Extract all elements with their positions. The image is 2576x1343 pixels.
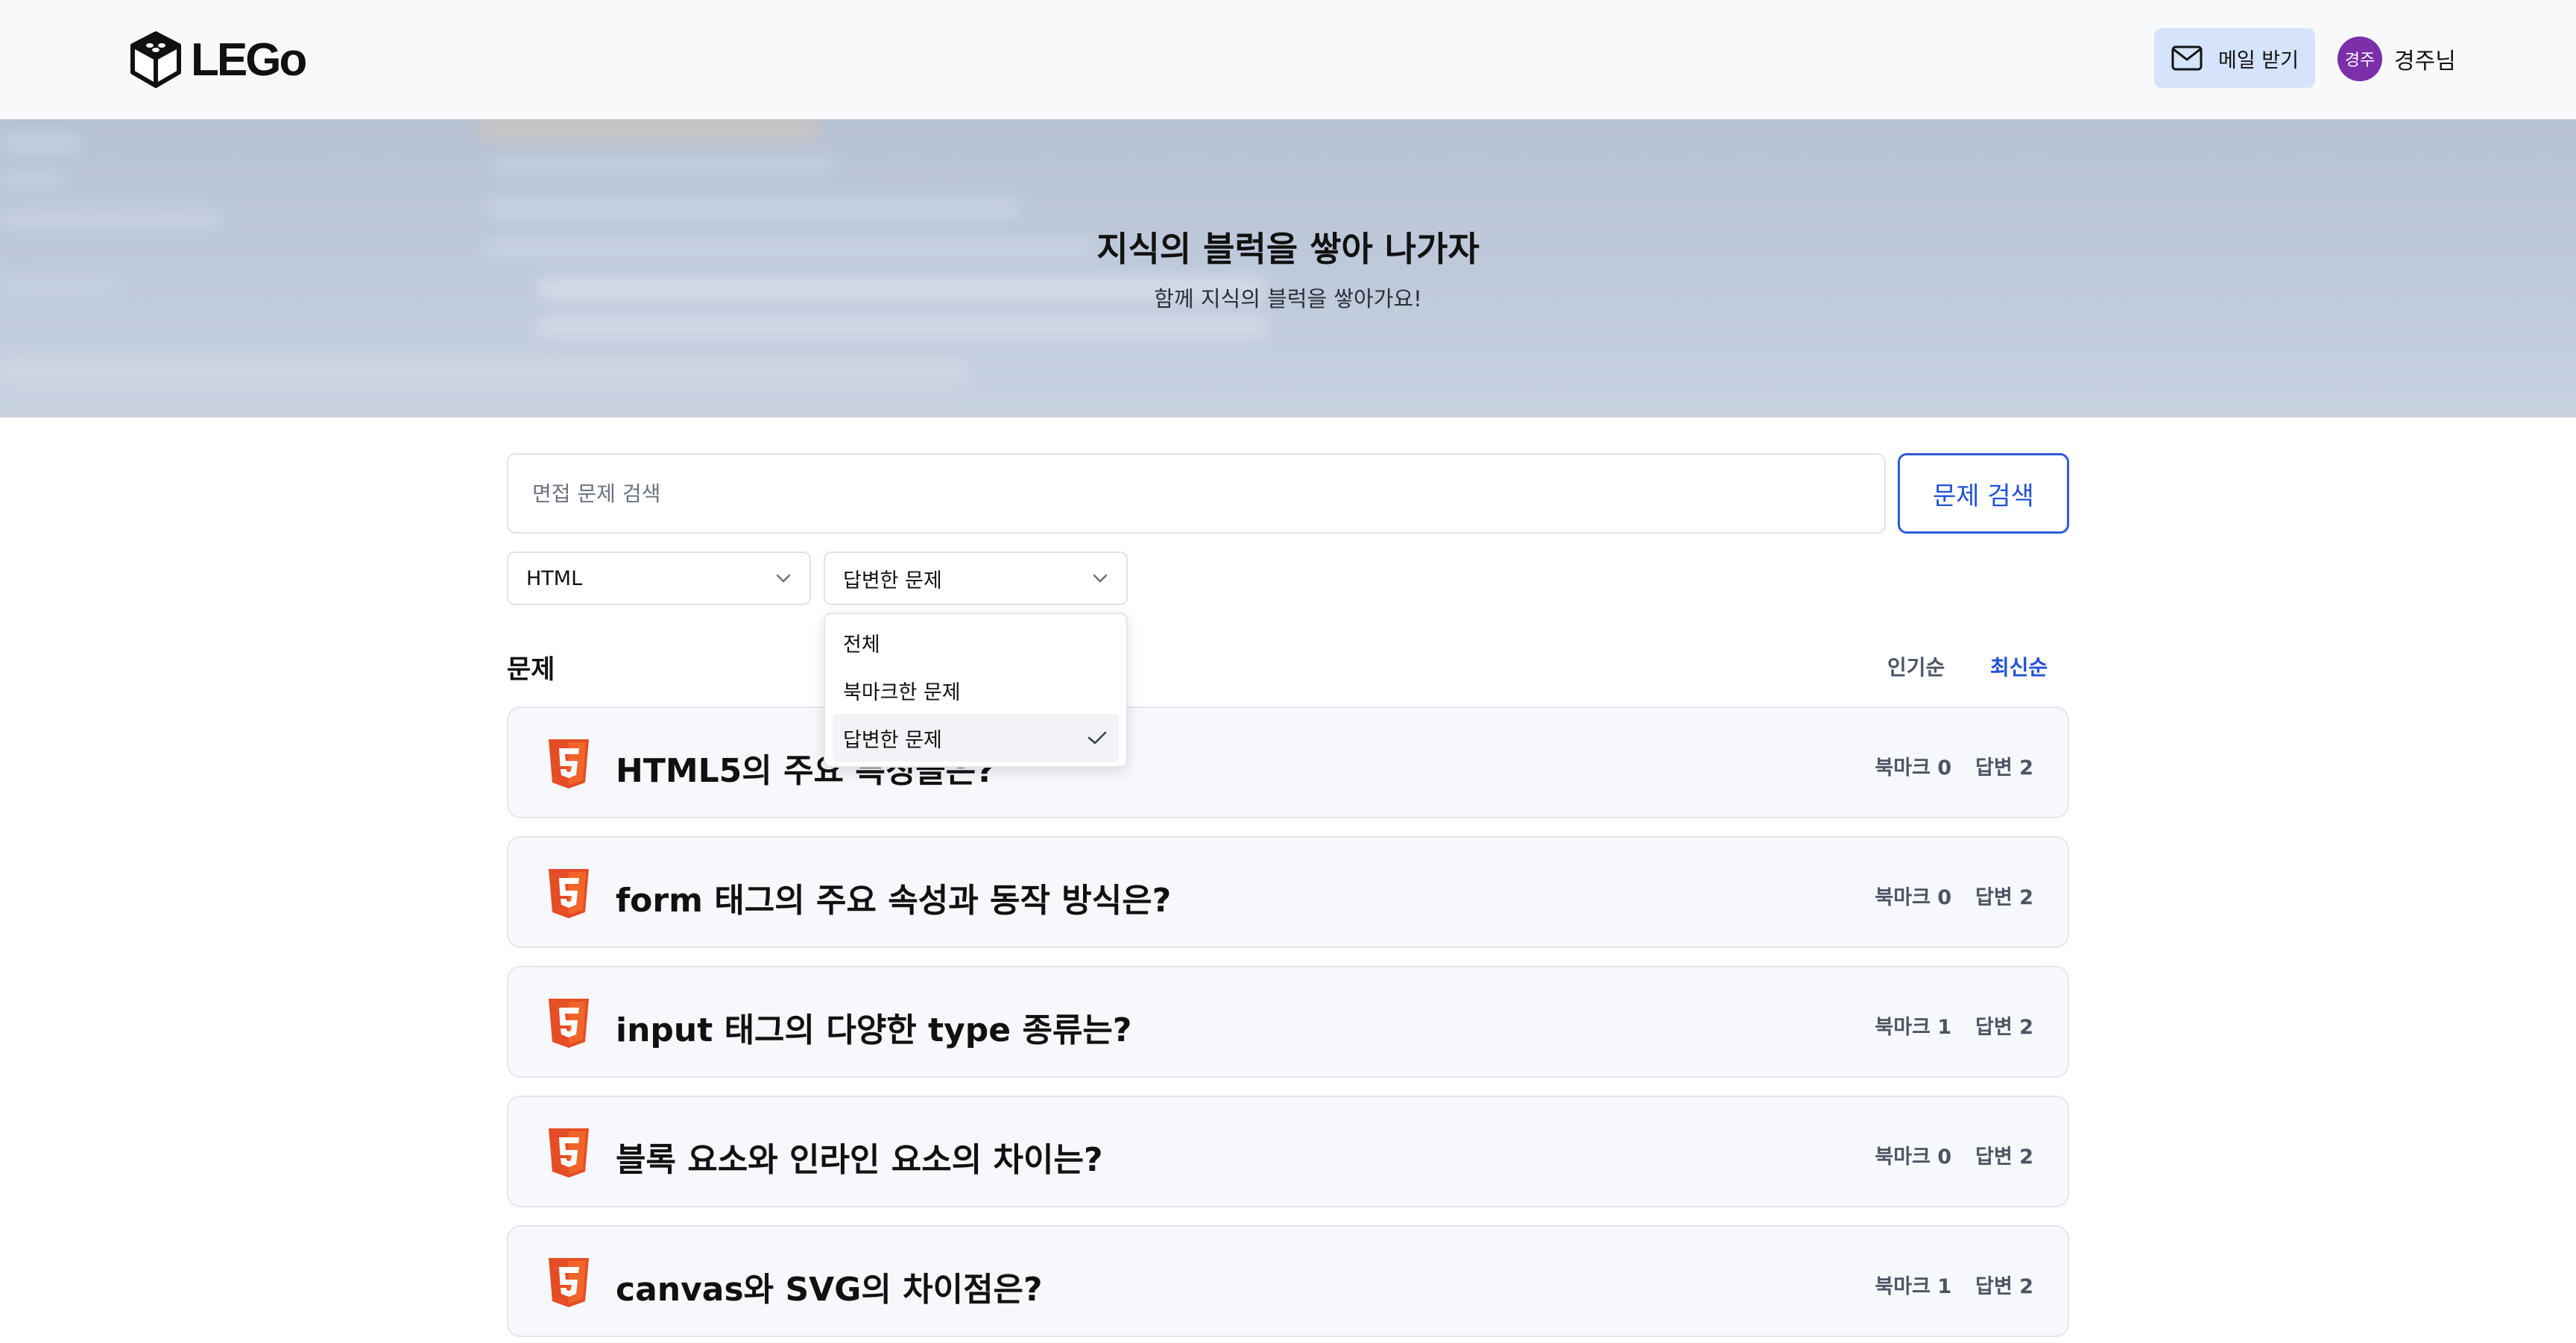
user-menu[interactable]: 경주 경주님: [2337, 36, 2456, 82]
question-meta: 북마크 1 답변 2: [1875, 1270, 2033, 1299]
bookmark-count: 북마크 1: [1875, 1016, 1952, 1039]
user-name: 경주님: [2394, 48, 2456, 75]
dropdown-option-label: 전체: [843, 633, 880, 657]
dropdown-option-bookmarked[interactable]: 북마크한 문제: [833, 666, 1119, 714]
sort-popular-button[interactable]: 인기순: [1887, 651, 1945, 681]
hero-title: 지식의 블럭을 쌓아 나가자: [1096, 229, 1480, 269]
question-card[interactable]: canvas와 SVG의 차이점은? 북마크 1 답변 2: [507, 1225, 2069, 1337]
check-icon: [1087, 731, 1107, 745]
bookmark-count: 북마크 1: [1875, 1275, 1952, 1298]
question-title: form 태그의 주요 속성과 동작 방식은?: [616, 882, 1172, 920]
question-card[interactable]: form 태그의 주요 속성과 동작 방식은? 북마크 0 답변 2: [507, 836, 2069, 948]
status-select[interactable]: 답변한 문제: [824, 552, 1128, 605]
hero-subtitle: 함께 지식의 블럭을 쌓아가요!: [1154, 286, 1422, 312]
status-dropdown-menu: 전체 북마크한 문제 답변한 문제: [824, 613, 1128, 768]
html5-icon: [549, 869, 589, 918]
dropdown-option-all[interactable]: 전체: [833, 619, 1119, 666]
sort-latest-button[interactable]: 최신순: [1990, 651, 2048, 681]
dropdown-option-answered[interactable]: 답변한 문제: [833, 714, 1119, 762]
logo[interactable]: LEGo: [128, 30, 307, 89]
logo-text: LEGo: [191, 34, 307, 86]
question-title: 블록 요소와 인라인 요소의 차이는?: [616, 1141, 1103, 1179]
search-button[interactable]: 문제 검색: [1898, 453, 2069, 534]
question-meta: 북마크 1 답변 2: [1875, 1011, 2033, 1040]
answer-count: 답변 2: [1975, 886, 2033, 909]
category-select[interactable]: HTML: [507, 552, 811, 605]
answer-count: 답변 2: [1975, 1275, 2033, 1298]
search-input[interactable]: [507, 453, 1886, 534]
answer-count: 답변 2: [1975, 756, 2033, 780]
bookmark-count: 북마크 0: [1875, 1146, 1952, 1169]
question-meta: 북마크 0 답변 2: [1875, 751, 2033, 780]
question-meta: 북마크 0 답변 2: [1875, 1140, 2033, 1169]
status-select-value: 답변한 문제: [843, 569, 942, 592]
question-title: canvas와 SVG의 차이점은?: [616, 1271, 1043, 1309]
question-title: input 태그의 다양한 type 종류는?: [616, 1011, 1132, 1049]
question-section-title: 문제: [507, 655, 555, 685]
top-header: LEGo 메일 받기 경주 경주님: [0, 0, 2576, 119]
avatar: 경주: [2337, 37, 2382, 81]
chevron-down-icon: [1093, 574, 1108, 583]
bookmark-count: 북마크 0: [1875, 756, 1952, 780]
question-card[interactable]: 블록 요소와 인라인 요소의 차이는? 북마크 0 답변 2: [507, 1096, 2069, 1207]
mail-icon: [2171, 45, 2203, 71]
html5-icon: [549, 999, 589, 1048]
lego-block-icon: [130, 31, 181, 88]
question-meta: 북마크 0 답변 2: [1875, 881, 2033, 910]
mail-subscribe-button[interactable]: 메일 받기: [2154, 28, 2315, 88]
bookmark-count: 북마크 0: [1875, 886, 1952, 909]
question-card[interactable]: HTML5의 주요 특징들은? 북마크 0 답변 2: [507, 707, 2069, 818]
html5-icon: [549, 1128, 589, 1178]
question-card[interactable]: input 태그의 다양한 type 종류는? 북마크 1 답변 2: [507, 966, 2069, 1078]
answer-count: 답변 2: [1975, 1146, 2033, 1169]
mail-button-label: 메일 받기: [2218, 48, 2299, 72]
hero-banner: 지식의 블럭을 쌓아 나가자 함께 지식의 블럭을 쌓아가요!: [0, 119, 2576, 417]
html5-icon: [549, 739, 589, 789]
dropdown-option-label: 답변한 문제: [843, 728, 942, 752]
chevron-down-icon: [776, 574, 791, 583]
category-select-value: HTML: [526, 566, 583, 590]
html5-icon: [549, 1258, 589, 1307]
answer-count: 답변 2: [1975, 1016, 2033, 1039]
dropdown-option-label: 북마크한 문제: [843, 680, 961, 704]
